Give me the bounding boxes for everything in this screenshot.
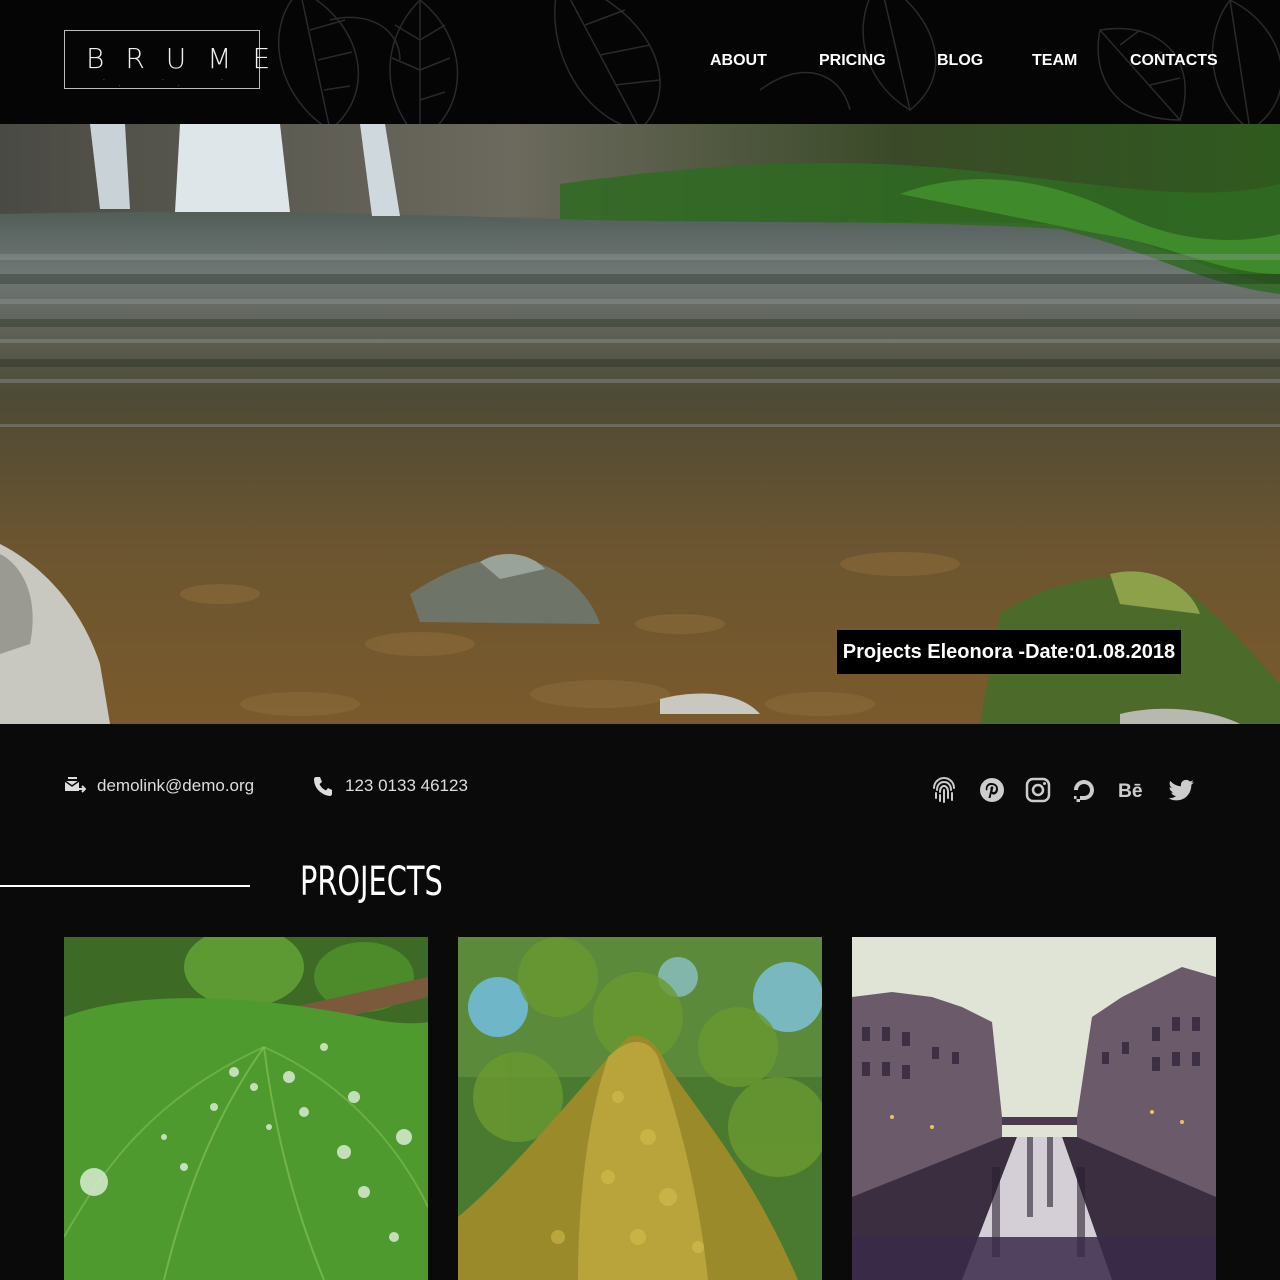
main-nav: ABOUT PRICING BLOG TEAM CONTACTS [0, 52, 1280, 74]
nav-contacts[interactable]: CONTACTS [1130, 52, 1218, 70]
ginkgo-leaf-raindrops-photo [64, 937, 428, 1280]
instagram-icon[interactable] [1024, 776, 1052, 804]
site-header: BRUME · · · · · ABOUT PRICING BLOG TEAM … [0, 0, 1280, 124]
contact-bar: demolink@demo.org 123 0133 46123 Bē [0, 724, 1280, 854]
nav-about[interactable]: ABOUT [710, 52, 767, 70]
project-card-2[interactable] [458, 937, 822, 1280]
social-links: Bē [0, 776, 1280, 806]
mossy-tree-trunk-photo [458, 937, 822, 1280]
canal-city-evening-photo [852, 937, 1216, 1280]
projects-title: PROJECTS [300, 859, 443, 905]
nav-blog[interactable]: BLOG [937, 52, 983, 70]
hero-caption: Projects Eleonora -Date:01.08.2018 [837, 630, 1181, 674]
digitalocean-icon[interactable] [1070, 776, 1098, 804]
nav-pricing[interactable]: PRICING [819, 52, 886, 70]
nav-team[interactable]: TEAM [1032, 52, 1077, 70]
brand-dots: · · · · · [103, 77, 251, 89]
twitter-icon[interactable] [1168, 776, 1196, 804]
fingerprint-icon[interactable] [930, 776, 958, 804]
svg-text:Bē: Bē [1118, 781, 1143, 802]
project-card-1[interactable] [64, 937, 428, 1280]
section-divider-line [0, 885, 250, 887]
behance-icon[interactable]: Bē [1118, 776, 1146, 804]
project-card-3[interactable] [852, 937, 1216, 1280]
pinterest-icon[interactable] [978, 776, 1006, 804]
